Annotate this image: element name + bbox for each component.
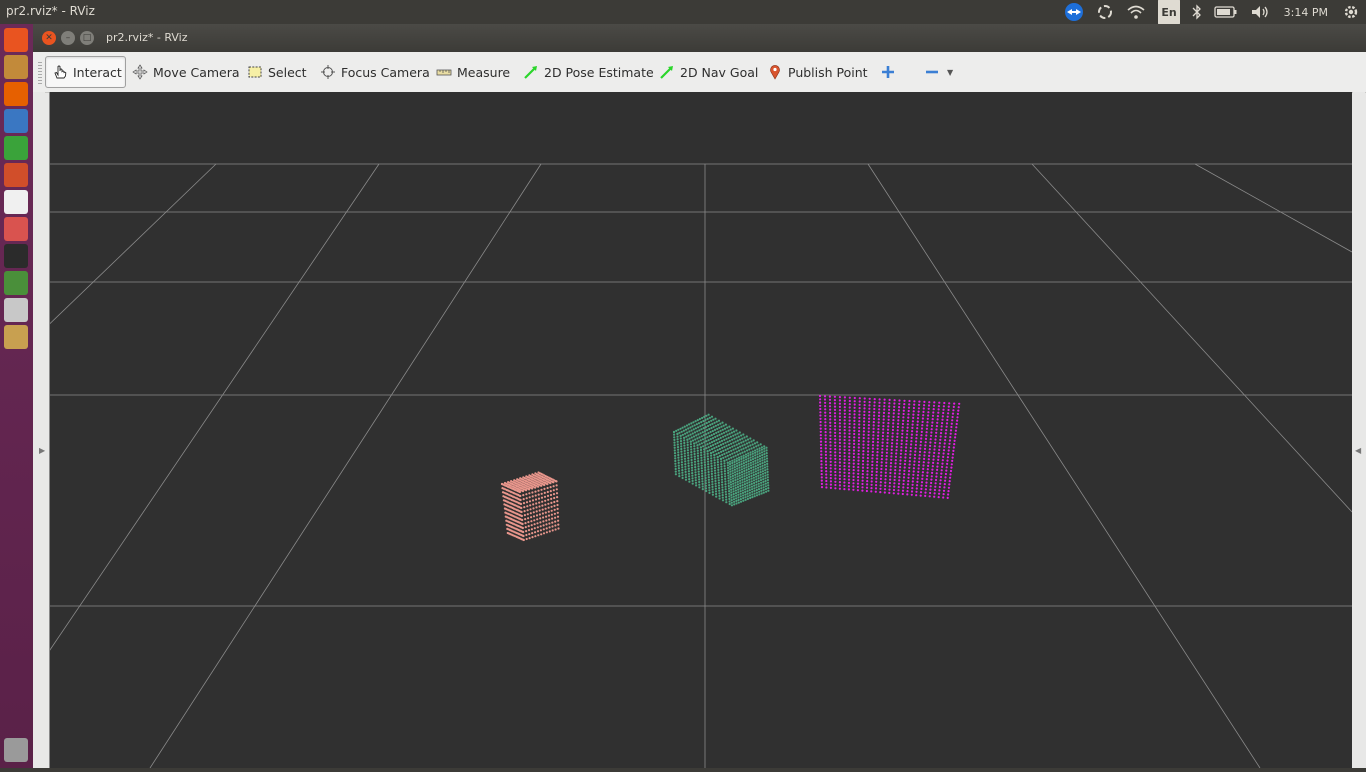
wifi-icon[interactable] (1126, 0, 1146, 24)
files-icon[interactable] (4, 55, 28, 79)
tool-2d-pose-estimate[interactable]: 2D Pose Estimate (517, 56, 660, 88)
impress-icon[interactable] (4, 163, 28, 187)
battery-icon[interactable] (1214, 0, 1238, 24)
map-pin-icon (767, 64, 783, 80)
select-icon (247, 64, 263, 80)
tool-2d-nav-goal[interactable]: 2D Nav Goal (653, 56, 764, 88)
writer-icon[interactable] (4, 109, 28, 133)
tool-toolbar: Interact Move Camera Select Focus Camera (33, 52, 1366, 93)
grid-line-radial (1031, 163, 1353, 513)
gear-icon[interactable] (1342, 0, 1360, 24)
settings-icon[interactable] (4, 217, 28, 241)
window-titlebar[interactable]: ✕ – □ pr2.rviz* - RViz (33, 24, 1366, 52)
move-camera-icon (132, 64, 148, 80)
minus-icon (924, 64, 940, 80)
sync-icon[interactable] (1096, 0, 1114, 24)
tool-interact[interactable]: Interact (45, 56, 126, 88)
add-tool-button[interactable] (874, 56, 907, 88)
tool-measure[interactable]: Measure (430, 56, 516, 88)
tool-label: Focus Camera (341, 64, 430, 80)
render-viewport[interactable] (0, 92, 1353, 769)
window-title: pr2.rviz* - RViz (106, 31, 188, 44)
tool-label: 2D Nav Goal (680, 64, 759, 80)
plus-icon (880, 64, 896, 80)
tool-move-camera[interactable]: Move Camera (126, 56, 246, 88)
right-dock-handle[interactable]: ◀ (1353, 92, 1365, 768)
large-object-cloud (818, 394, 961, 499)
toolbar-grip[interactable] (38, 62, 42, 84)
tool-publish-point[interactable]: Publish Point (761, 56, 874, 88)
amazon-icon[interactable] (4, 190, 28, 214)
grid-line-radial (867, 163, 1261, 769)
small-object-cloud (500, 471, 560, 542)
grid-line-radial (149, 163, 542, 769)
ruler-icon (436, 64, 452, 80)
tool-select[interactable]: Select (241, 56, 313, 88)
volume-icon[interactable] (1250, 0, 1270, 24)
tool-label: Publish Point (788, 64, 868, 80)
ubuntu-dash-icon[interactable] (4, 28, 28, 52)
grid-line-radial (1194, 163, 1353, 253)
calc-icon[interactable] (4, 136, 28, 160)
tool-focus-camera[interactable]: Focus Camera (314, 56, 436, 88)
nav-arrow-icon (659, 64, 675, 80)
left-dock-handle[interactable]: ▶ (33, 92, 45, 768)
active-app-title: pr2.rviz* - RViz (6, 4, 95, 18)
remove-tool-button[interactable]: ▼ (918, 56, 959, 88)
firefox-icon[interactable] (4, 82, 28, 106)
chevron-right-icon: ▶ (39, 446, 46, 455)
system-tray: En 3:14 PM (1058, 0, 1366, 25)
bluetooth-icon[interactable] (1192, 0, 1202, 24)
trash-icon[interactable] (4, 738, 28, 762)
rviz-window: ✕ – □ pr2.rviz* - RViz Interact Move Cam… (0, 24, 1366, 769)
medium-object-cloud (672, 413, 770, 507)
unity-launcher (0, 24, 34, 768)
monitor-icon[interactable] (4, 271, 28, 295)
3d-scene[interactable] (0, 92, 1353, 769)
rviz-icon[interactable] (4, 298, 28, 322)
teamviewer-icon[interactable] (1064, 0, 1084, 24)
system-top-bar: pr2.rviz* - RViz En 3:14 PM (0, 0, 1366, 25)
tool-label: Interact (73, 64, 122, 80)
grid-line-radial (0, 163, 217, 373)
tool-label: 2D Pose Estimate (544, 64, 654, 80)
focus-camera-icon (320, 64, 336, 80)
minimize-window-button[interactable]: – (61, 31, 75, 45)
tool-label: Select (268, 64, 307, 80)
close-window-button[interactable]: ✕ (42, 31, 56, 45)
tool-label: Move Camera (153, 64, 240, 80)
point-clouds (500, 394, 961, 542)
maximize-window-button[interactable]: □ (80, 31, 94, 45)
clock[interactable]: 3:14 PM (1284, 0, 1328, 24)
tool-label: Measure (457, 64, 511, 80)
hand-icon (52, 64, 68, 80)
gazebo-icon[interactable] (4, 325, 28, 349)
pose-arrow-icon (523, 64, 539, 80)
language-indicator[interactable]: En (1158, 0, 1180, 25)
terminal-icon[interactable] (4, 244, 28, 268)
chevron-down-icon[interactable]: ▼ (947, 68, 953, 77)
grid-line-radial (0, 163, 380, 725)
chevron-left-icon: ◀ (1355, 446, 1362, 455)
